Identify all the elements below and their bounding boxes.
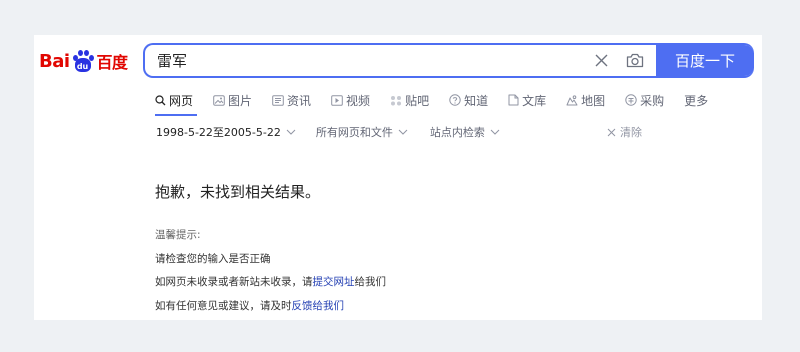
tip-check-input: 请检查您的输入是否正确	[155, 252, 271, 265]
tab-label: 资讯	[287, 93, 312, 108]
tab-purchase[interactable]: 采购	[625, 92, 664, 109]
clear-filters-button[interactable]: 清除	[607, 124, 642, 140]
active-tab-indicator	[155, 114, 197, 116]
tab-wenku[interactable]: 文库	[508, 92, 546, 109]
tip-text: 如有任何意见或建议，请及时	[155, 299, 292, 312]
file-type-filter[interactable]: 所有网页和文件	[316, 124, 408, 140]
logo-text-bai: Bai	[39, 50, 70, 72]
no-result-message: 抱歉，未找到相关结果。	[155, 183, 321, 201]
site-search-filter[interactable]: 站点内检索	[430, 124, 500, 140]
search-button[interactable]: 百度一下	[656, 45, 754, 76]
tab-news[interactable]: 资讯	[272, 92, 311, 109]
tab-label: 采购	[640, 93, 665, 108]
search-box: 百度一下	[143, 43, 754, 78]
tab-bar: 网页 图片 资讯 视频 贴吧 知道 文库 地图 采购 更多	[155, 89, 728, 111]
logo-text-du: du	[74, 58, 91, 72]
tab-label: 知道	[464, 93, 489, 108]
chevron-down-icon	[398, 129, 408, 135]
search-results-page: Bai du 百度 百度一下	[34, 35, 762, 320]
chevron-down-icon	[490, 129, 500, 135]
question-icon	[449, 94, 461, 106]
map-icon	[566, 94, 578, 105]
document-icon	[508, 94, 519, 106]
tab-video[interactable]: 视频	[331, 92, 370, 109]
tab-label: 地图	[581, 93, 606, 108]
file-type-label: 所有网页和文件	[315, 126, 393, 139]
tab-more[interactable]: 更多	[684, 92, 708, 109]
video-icon	[331, 94, 343, 106]
tab-web[interactable]: 网页	[155, 92, 193, 109]
paw-icon: du	[71, 49, 95, 73]
filter-bar: 1998-5-22至2005-5-22 所有网页和文件 站点内检索	[156, 124, 522, 140]
date-range-label: 1998-5-22至2005-5-22	[156, 126, 281, 139]
close-icon	[607, 128, 616, 136]
close-icon[interactable]	[584, 45, 618, 76]
tab-images[interactable]: 图片	[213, 92, 252, 109]
camera-icon[interactable]	[618, 45, 652, 76]
chevron-down-icon	[286, 129, 296, 135]
image-icon	[213, 94, 225, 106]
tab-zhidao[interactable]: 知道	[449, 92, 488, 109]
tab-label: 视频	[346, 93, 371, 108]
baidu-logo[interactable]: Bai du 百度	[39, 46, 128, 76]
tips-title: 温馨提示:	[155, 229, 201, 241]
clear-filters-label: 清除	[620, 126, 642, 139]
tips-block: 温馨提示: 请检查您的输入是否正确 如网页未收录或者新站未收录，请提交网址给我们…	[155, 224, 386, 318]
tab-label: 文库	[522, 93, 547, 108]
search-input[interactable]	[145, 45, 584, 76]
tab-label: 更多	[684, 93, 709, 108]
tip-text: 如网页未收录或者新站未收录，请	[155, 276, 313, 288]
tab-label: 贴吧	[405, 93, 430, 108]
site-search-label: 站点内检索	[429, 126, 485, 139]
tab-map[interactable]: 地图	[566, 92, 605, 109]
tip-submit-url: 如网页未收录或者新站未收录，请提交网址给我们	[155, 271, 386, 295]
tip-feedback: 如有任何意见或建议，请及时反馈给我们	[155, 295, 386, 319]
tieba-icon	[391, 95, 402, 105]
purchase-icon	[625, 94, 637, 106]
search-icon	[155, 94, 166, 105]
tab-label: 图片	[228, 93, 253, 108]
submit-url-link[interactable]: 提交网址	[313, 276, 355, 288]
tip-text: 给我们	[354, 276, 387, 288]
logo-text-cn: 百度	[96, 53, 129, 72]
date-range-filter[interactable]: 1998-5-22至2005-5-22	[156, 124, 296, 140]
feedback-link[interactable]: 反馈给我们	[292, 300, 345, 312]
tab-label: 网页	[169, 93, 194, 108]
tab-tieba[interactable]: 贴吧	[390, 92, 429, 109]
news-icon	[272, 94, 284, 106]
